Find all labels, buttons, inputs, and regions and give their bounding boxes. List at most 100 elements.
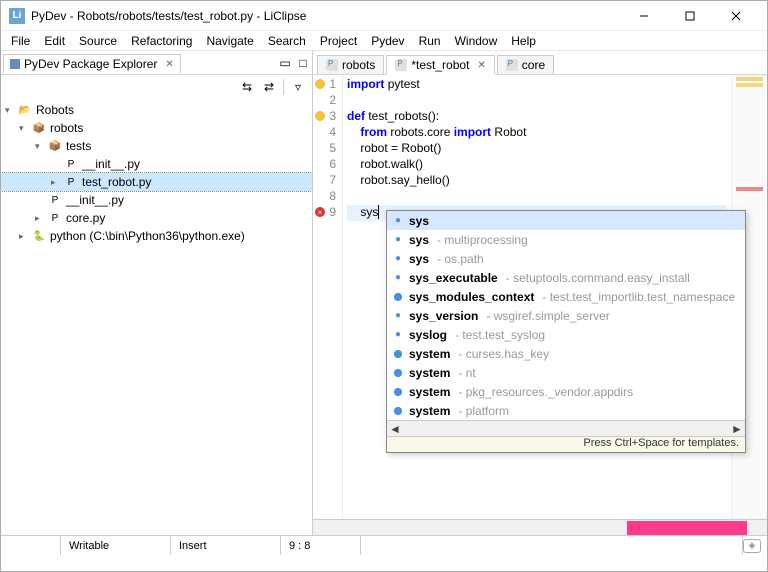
minimize-button[interactable] <box>621 1 667 31</box>
scroll-right-icon[interactable]: ► <box>729 421 745 437</box>
collapse-all-button[interactable]: ⇆ <box>237 78 257 96</box>
tree-item-label: python (C:\bin\Python36\python.exe) <box>50 229 245 243</box>
expand-arrow-icon[interactable]: ▸ <box>19 231 31 242</box>
status-cell-empty <box>1 536 61 555</box>
error-marker-icon[interactable]: × <box>315 207 325 217</box>
autocomplete-item[interactable]: ●sys_version - wsgiref.simple_server <box>387 306 745 325</box>
file-icon: P <box>63 175 79 189</box>
file-icon: P <box>47 211 63 225</box>
editor-tab[interactable]: robots <box>317 55 384 74</box>
autocomplete-item[interactable]: ●syslog - test.test_syslog <box>387 325 745 344</box>
tree-item[interactable]: ▸🐍python (C:\bin\Python36\python.exe) <box>1 227 312 245</box>
menu-edit[interactable]: Edit <box>38 32 71 50</box>
gutter-line: ×9 <box>313 205 342 221</box>
code-line[interactable]: robot.say_hello() <box>347 173 727 189</box>
code-line[interactable]: robot = Robot() <box>347 141 727 157</box>
completion-hint: - platform <box>458 404 509 418</box>
autocomplete-item[interactable]: system - nt <box>387 363 745 382</box>
autocomplete-scrollbar[interactable]: ◄ ► <box>387 420 745 436</box>
explorer-tab-close-icon[interactable]: ✕ <box>165 59 173 70</box>
ruler-error-marker[interactable] <box>736 187 763 191</box>
menu-run[interactable]: Run <box>413 32 447 50</box>
expand-arrow-icon[interactable]: ▾ <box>5 105 17 116</box>
menu-project[interactable]: Project <box>314 32 363 50</box>
warning-marker-icon[interactable] <box>315 111 325 121</box>
completion-name: system <box>409 366 450 380</box>
view-menu-button[interactable]: ▿ <box>288 78 308 96</box>
module-icon <box>391 366 405 380</box>
explorer-tab[interactable]: PyDev Package Explorer ✕ <box>3 54 181 73</box>
package-tree[interactable]: ▾📂Robots▾📦robots▾📦testsP__init__.py▸Ptes… <box>1 99 312 535</box>
tree-item-label: core.py <box>66 211 105 225</box>
autocomplete-item[interactable]: system - curses.has_key <box>387 344 745 363</box>
rss-icon[interactable]: ◈ <box>743 539 761 553</box>
code-line[interactable] <box>347 93 727 109</box>
tree-item[interactable]: P__init__.py <box>1 191 312 209</box>
gutter-line: 8 <box>313 189 342 205</box>
editor-tab[interactable]: core <box>497 55 554 74</box>
expand-arrow-icon[interactable]: ▾ <box>19 123 31 134</box>
completion-hint: - setuptools.command.easy_install <box>506 271 690 285</box>
menu-file[interactable]: File <box>5 32 36 50</box>
editor-tab[interactable]: *test_robot ✕ <box>386 55 494 75</box>
attribute-icon: ● <box>391 328 405 342</box>
maximize-view-button[interactable]: □ <box>294 54 312 72</box>
menu-help[interactable]: Help <box>505 32 542 50</box>
module-icon <box>391 404 405 418</box>
menu-pydev[interactable]: Pydev <box>365 32 410 50</box>
code-line[interactable]: def test_robots(): <box>347 109 727 125</box>
tree-item-label: __init__.py <box>66 193 124 207</box>
autocomplete-item[interactable]: ●sys - os.path <box>387 249 745 268</box>
gutter-line: 6 <box>313 157 342 173</box>
autocomplete-item[interactable]: sys_modules_context - test.test_importli… <box>387 287 745 306</box>
menu-search[interactable]: Search <box>262 32 312 50</box>
autocomplete-footer: Press Ctrl+Space for templates. <box>387 436 745 452</box>
scroll-left-icon[interactable]: ◄ <box>387 421 403 437</box>
tree-item[interactable]: ▾📦tests <box>1 137 312 155</box>
completion-name: sys <box>409 252 429 266</box>
editor-tab-label: *test_robot <box>411 58 469 72</box>
editor-horizontal-scrollbar[interactable] <box>313 519 767 535</box>
explorer-toolbar: ⇆ ⇄ ▿ <box>1 75 312 99</box>
menu-navigate[interactable]: Navigate <box>200 32 259 50</box>
menubar: File Edit Source Refactoring Navigate Se… <box>1 31 767 51</box>
autocomplete-item[interactable]: system - platform <box>387 401 745 420</box>
link-editor-button[interactable]: ⇄ <box>259 78 279 96</box>
tree-item[interactable]: P__init__.py <box>1 155 312 173</box>
code-line[interactable]: robot.walk() <box>347 157 727 173</box>
tree-item[interactable]: ▾📂Robots <box>1 101 312 119</box>
autocomplete-item[interactable]: system - pkg_resources._vendor.appdirs <box>387 382 745 401</box>
completion-hint: - multiprocessing <box>437 233 528 247</box>
completion-hint: - pkg_resources._vendor.appdirs <box>458 385 633 399</box>
ruler-warning-marker[interactable] <box>736 83 763 87</box>
file-icon: 🐍 <box>31 229 47 243</box>
autocomplete-item[interactable]: ●sys_executable - setuptools.command.eas… <box>387 268 745 287</box>
minimize-view-button[interactable]: ▭ <box>276 54 294 72</box>
autocomplete-item[interactable]: ●sys <box>387 211 745 230</box>
close-button[interactable] <box>713 1 759 31</box>
autocomplete-item[interactable]: ●sys - multiprocessing <box>387 230 745 249</box>
code-line[interactable]: from robots.core import Robot <box>347 125 727 141</box>
editor-gutter: 12345678×9 <box>313 75 343 535</box>
expand-arrow-icon[interactable]: ▸ <box>35 213 47 224</box>
completion-name: syslog <box>409 328 447 342</box>
tree-item[interactable]: ▸Ptest_robot.py <box>1 173 312 191</box>
menu-source[interactable]: Source <box>73 32 123 50</box>
tree-item[interactable]: ▸Pcore.py <box>1 209 312 227</box>
maximize-button[interactable] <box>667 1 713 31</box>
statusbar: Writable Insert 9 : 8 ◈ <box>1 535 767 555</box>
menu-refactoring[interactable]: Refactoring <box>125 32 198 50</box>
scrollbar-thumb[interactable] <box>627 521 747 535</box>
close-tab-icon[interactable]: ✕ <box>477 60 485 71</box>
menu-window[interactable]: Window <box>449 32 504 50</box>
expand-arrow-icon[interactable]: ▸ <box>51 177 63 188</box>
code-line[interactable] <box>347 189 727 205</box>
tree-item[interactable]: ▾📦robots <box>1 119 312 137</box>
file-icon: P <box>63 157 79 171</box>
expand-arrow-icon[interactable]: ▾ <box>35 141 47 152</box>
warning-marker-icon[interactable] <box>315 79 325 89</box>
module-icon <box>391 385 405 399</box>
code-line[interactable]: import pytest <box>347 77 727 93</box>
autocomplete-list[interactable]: ●sys●sys - multiprocessing●sys - os.path… <box>387 211 745 420</box>
ruler-warning-marker[interactable] <box>736 77 763 81</box>
